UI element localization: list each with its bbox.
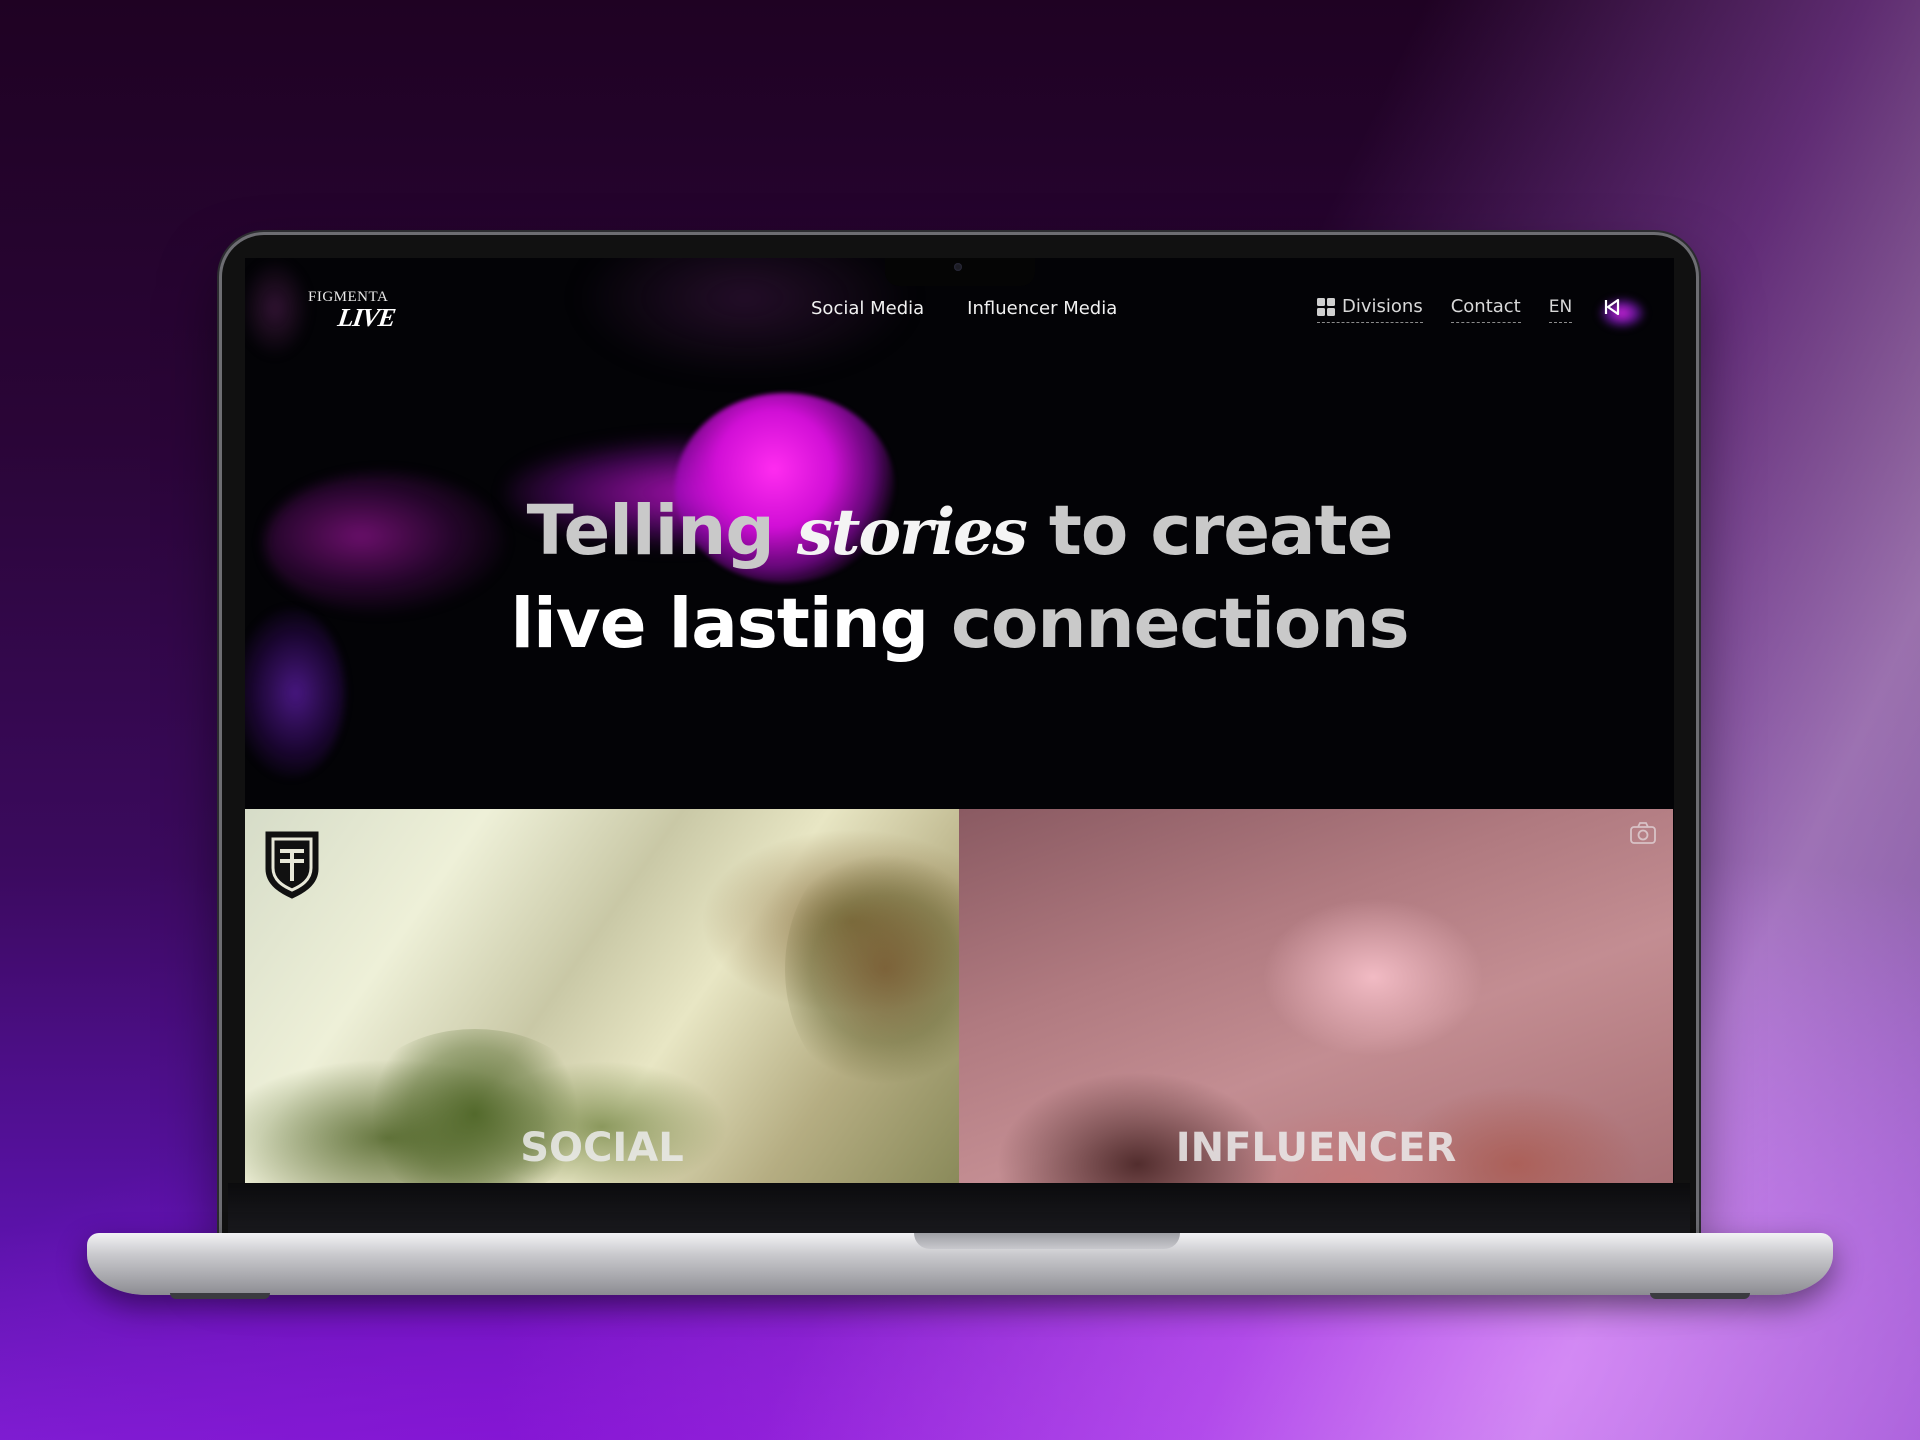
rewind-button[interactable] xyxy=(1595,290,1645,328)
laptop-foot-left xyxy=(170,1293,270,1299)
laptop-foot-right xyxy=(1650,1293,1750,1299)
influencer-panel-label: INFLUENCER xyxy=(1175,1125,1457,1171)
social-panel-label: SOCIAL xyxy=(520,1125,684,1171)
laptop-base xyxy=(87,1233,1833,1295)
website-screen: FIGMENTA LIVE Social Media Influencer Me… xyxy=(245,258,1674,1183)
hero-word-telling: Telling xyxy=(526,491,775,571)
hero-headline-line1: Telling stories to create xyxy=(245,485,1674,579)
divisions-label: Divisions xyxy=(1342,296,1423,317)
language-selector[interactable]: EN xyxy=(1548,297,1573,323)
hero-headline-line2: live lasting connections xyxy=(245,578,1674,671)
hero-word-connections: connections xyxy=(951,584,1409,664)
divisions-button[interactable]: Divisions xyxy=(1317,296,1423,323)
camera-notch xyxy=(885,258,1035,286)
smoke-top xyxy=(245,258,310,358)
nav-social-media[interactable]: Social Media xyxy=(811,298,924,319)
grid-icon xyxy=(1317,297,1335,316)
screen-bottom-bezel xyxy=(228,1183,1690,1233)
secondary-nav: Divisions Contact EN xyxy=(1317,296,1573,323)
hero-word-stories: stories xyxy=(796,495,1028,570)
base-thumb-notch xyxy=(914,1233,1180,1249)
brand-logo[interactable]: FIGMENTA LIVE xyxy=(308,289,397,332)
webcam-dot xyxy=(954,263,962,271)
shield-icon xyxy=(265,831,319,899)
hero-word-to-create: to create xyxy=(1048,491,1393,571)
rewind-icon xyxy=(1604,298,1620,316)
influencer-panel[interactable]: INFLUENCER xyxy=(959,809,1673,1183)
hero-word-live-lasting: live lasting xyxy=(510,584,929,664)
main-nav: Social Media Influencer Media xyxy=(811,298,1117,319)
logo-bottom-text: LIVE xyxy=(336,303,397,332)
nav-influencer-media[interactable]: Influencer Media xyxy=(967,298,1117,319)
social-panel[interactable]: SOCIAL xyxy=(245,809,959,1183)
contact-link[interactable]: Contact xyxy=(1450,296,1521,323)
foliage-right xyxy=(785,839,959,1099)
camera-icon xyxy=(1630,822,1656,844)
